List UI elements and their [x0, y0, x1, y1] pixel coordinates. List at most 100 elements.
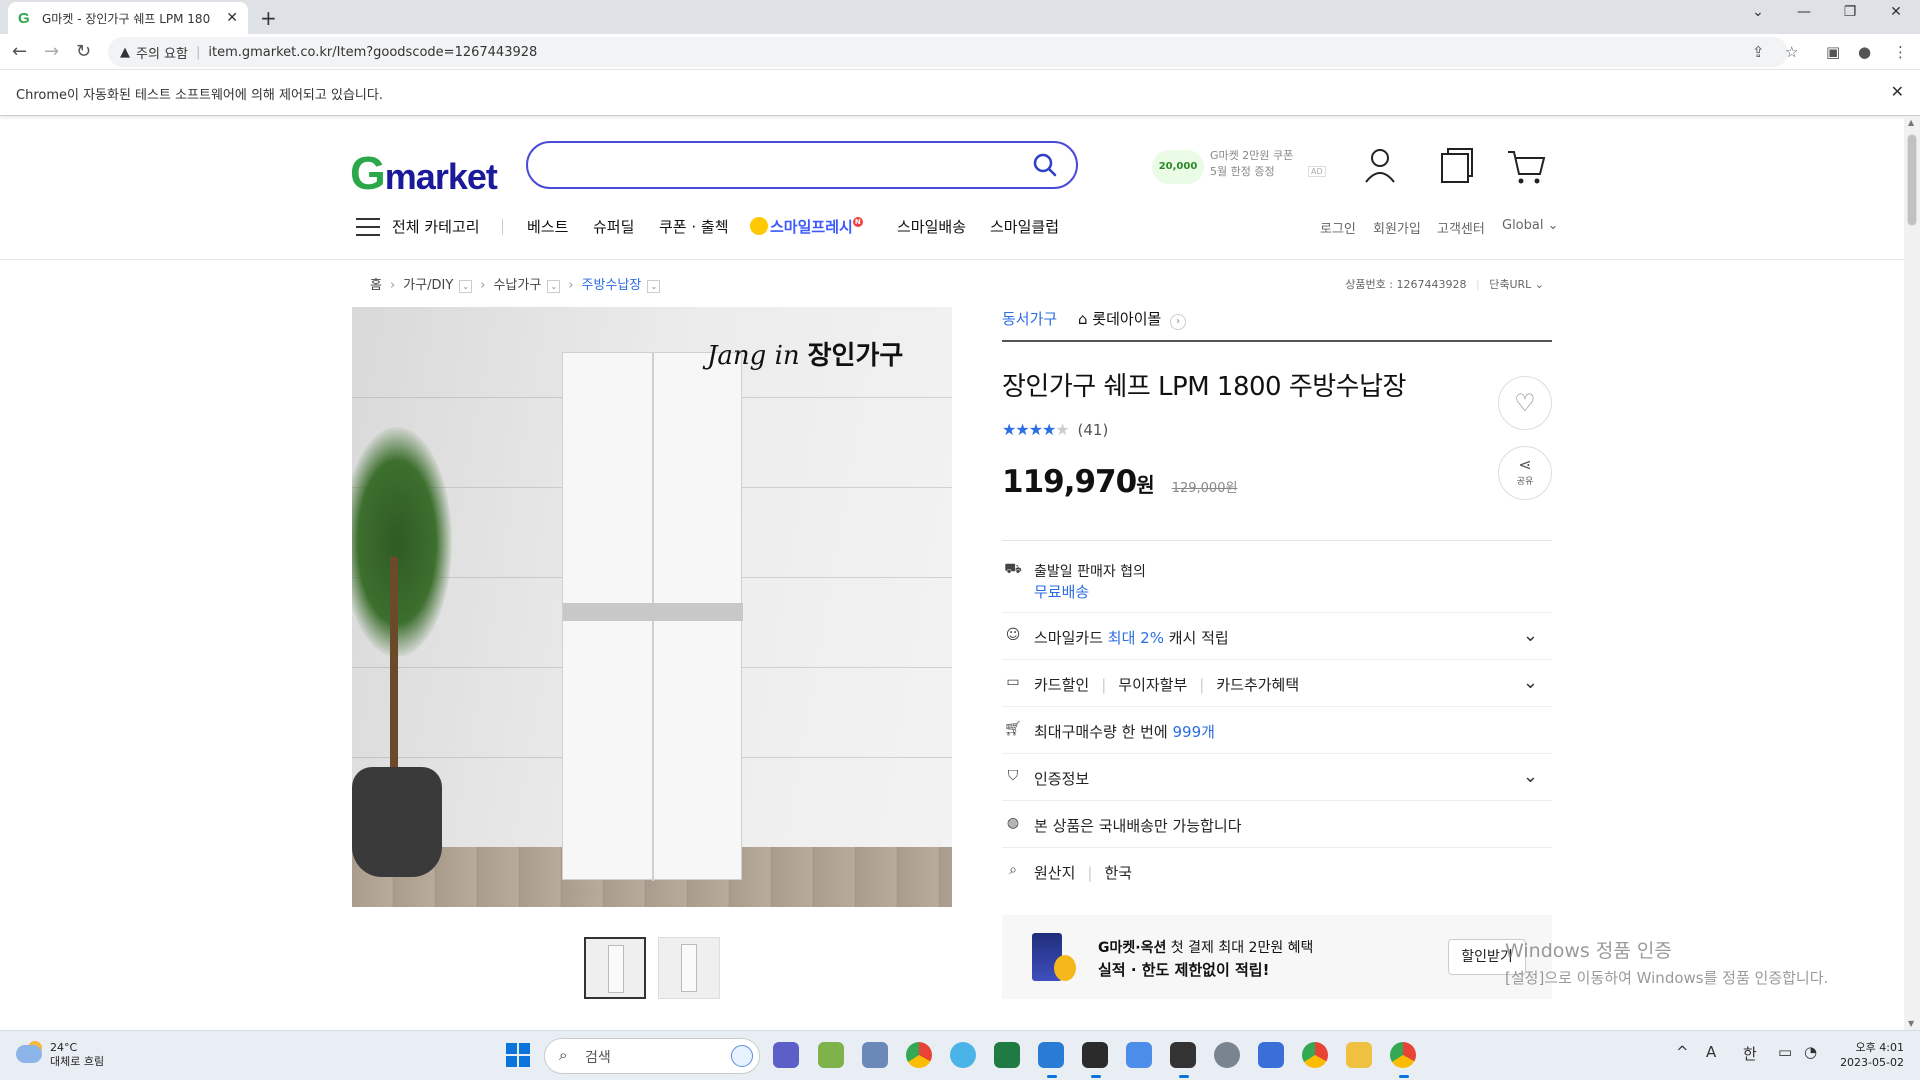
- azure-icon[interactable]: [1126, 1042, 1152, 1068]
- page-scrollbar[interactable]: ▲ ▼: [1904, 116, 1920, 1030]
- card-benefit-row[interactable]: ▭ 카드할인 | 무이자할부 | 카드추가혜택 ⌄: [1002, 660, 1552, 707]
- row-divider: |: [1199, 676, 1205, 694]
- settings-icon[interactable]: [1214, 1042, 1240, 1068]
- product-main-image[interactable]: Jang in 장인가구: [352, 307, 952, 907]
- recent-items-icon[interactable]: [1434, 144, 1478, 188]
- gmarket-logo[interactable]: Gmarket: [350, 146, 498, 200]
- profile-avatar-icon[interactable]: ●: [1858, 43, 1871, 61]
- scroll-down-icon[interactable]: ▼: [1908, 1019, 1914, 1028]
- bookmark-star-icon[interactable]: ☆: [1785, 43, 1798, 61]
- file-explorer-icon[interactable]: [1346, 1042, 1372, 1068]
- new-tab-icon[interactable]: +: [260, 6, 277, 30]
- cart-icon[interactable]: [1504, 144, 1548, 188]
- dropdown-icon[interactable]: ⌄: [459, 280, 473, 293]
- nav-smile-delivery[interactable]: 스마일배송: [897, 216, 966, 237]
- nav-smile-fresh[interactable]: 스마일프레시 N: [750, 216, 863, 237]
- terminal-icon[interactable]: [1170, 1042, 1196, 1078]
- dropdown-icon[interactable]: ⌄: [647, 280, 661, 293]
- chevron-down-icon[interactable]: ⌄: [1523, 672, 1538, 693]
- store-link[interactable]: ⌂ 롯데아이몰: [1078, 310, 1161, 328]
- url-text[interactable]: item.gmarket.co.kr/Item?goodscode=126744…: [208, 45, 537, 60]
- breadcrumb-level2[interactable]: 수납가구: [493, 278, 541, 293]
- address-bar[interactable]: ▲ 주의 요함 | item.gmarket.co.kr/Item?goodsc…: [108, 37, 1788, 67]
- wishlist-button[interactable]: ♡: [1498, 376, 1552, 430]
- coupon-ad[interactable]: 20,000 G마켓 2만원 쿠폰 5월 한정 증정 AD: [1152, 144, 1328, 188]
- chrome-active-icon[interactable]: [1390, 1042, 1416, 1078]
- coupon-line1: G마켓 2만원 쿠폰: [1210, 149, 1294, 162]
- warning-icon[interactable]: ▲: [120, 45, 130, 60]
- window-close-icon[interactable]: ✕: [1874, 4, 1918, 20]
- security-label[interactable]: 주의 요함: [136, 43, 188, 62]
- scroll-up-icon[interactable]: ▲: [1908, 118, 1914, 127]
- teams-icon[interactable]: [773, 1042, 799, 1068]
- system-clock[interactable]: 오후 4:01 2023-05-02: [1840, 1040, 1904, 1070]
- thumbnail-1[interactable]: [584, 937, 646, 999]
- signup-link[interactable]: 회원가입: [1373, 218, 1421, 237]
- sticky-notes-icon[interactable]: [1082, 1042, 1108, 1078]
- breadcrumb-level1[interactable]: 가구/DIY: [403, 278, 453, 293]
- review-count[interactable]: (41): [1078, 421, 1109, 439]
- search-icon: ⌕: [559, 1046, 568, 1064]
- tray-chevron-up-icon[interactable]: ^: [1676, 1043, 1689, 1061]
- promo-banner[interactable]: G마켓·옥션 첫 결제 최대 2만원 혜택 실적 · 한도 제한없이 적립! 할…: [1002, 915, 1552, 999]
- side-panel-icon[interactable]: ▣: [1826, 43, 1840, 61]
- windows-start-icon[interactable]: [506, 1043, 530, 1067]
- smilecard-row[interactable]: ☺ 스마일카드 최대 2% 캐시 적립 ⌄: [1002, 613, 1552, 660]
- forward-arrow-icon[interactable]: →: [44, 41, 59, 62]
- browser-tab[interactable]: G G마켓 - 장인가구 쉐프 LPM 180 ✕: [8, 2, 248, 34]
- chrome-icon[interactable]: [906, 1042, 932, 1068]
- infobar-close-icon[interactable]: ✕: [1891, 82, 1904, 101]
- breadcrumb-level3[interactable]: 주방수납장: [582, 278, 642, 293]
- all-categories-link[interactable]: 전체 카테고리: [392, 216, 480, 237]
- thumbnail-2[interactable]: [658, 937, 720, 999]
- chat-bubbles-icon[interactable]: [950, 1042, 976, 1068]
- tab-search-chevron-icon[interactable]: ⌄: [1736, 4, 1780, 20]
- chevron-down-icon[interactable]: ⌄: [1523, 625, 1538, 646]
- certification-row[interactable]: ⛉ 인증정보 ⌄: [1002, 754, 1552, 801]
- taskbar-search[interactable]: ⌕ 검색: [544, 1038, 760, 1074]
- network-icon[interactable]: ▭: [1778, 1043, 1792, 1061]
- volume-icon[interactable]: ◔: [1804, 1043, 1817, 1061]
- search-icon[interactable]: [1032, 152, 1058, 178]
- rating[interactable]: ★★★★★ (41): [1002, 420, 1108, 439]
- bing-icon[interactable]: [731, 1045, 753, 1067]
- share-button[interactable]: ⋖ 공유: [1498, 446, 1552, 500]
- minimize-icon[interactable]: —: [1782, 4, 1826, 20]
- share-page-icon[interactable]: ⇪: [1752, 43, 1765, 61]
- maximize-icon[interactable]: ❐: [1828, 4, 1872, 20]
- notepad-icon[interactable]: [1258, 1042, 1284, 1068]
- chevron-down-icon[interactable]: ⌄: [1523, 766, 1538, 787]
- excel-icon[interactable]: [994, 1042, 1020, 1068]
- dropdown-icon[interactable]: ⌄: [547, 280, 561, 293]
- chrome-alt-icon[interactable]: [1302, 1042, 1328, 1068]
- scrollbar-thumb[interactable]: [1907, 134, 1917, 226]
- nav-smile-club[interactable]: 스마일클럽: [990, 216, 1059, 237]
- breadcrumb-home[interactable]: 홈: [370, 278, 382, 293]
- origin-text: 원산지 | 한국: [1034, 862, 1132, 883]
- vscode-icon[interactable]: [1038, 1042, 1064, 1078]
- chrome-menu-icon[interactable]: ⋮: [1893, 43, 1908, 61]
- short-url-button[interactable]: 단축URL ⌄: [1489, 278, 1544, 291]
- login-link[interactable]: 로그인: [1320, 218, 1356, 237]
- widgets-icon[interactable]: [818, 1042, 844, 1068]
- search-input[interactable]: [548, 153, 1008, 177]
- back-arrow-icon[interactable]: ←: [12, 41, 27, 62]
- customer-center-link[interactable]: 고객센터: [1437, 218, 1485, 237]
- ime-han-indicator[interactable]: 한: [1743, 1043, 1757, 1064]
- ime-a-indicator[interactable]: A: [1706, 1043, 1716, 1061]
- my-page-user-icon[interactable]: [1358, 144, 1402, 188]
- nav-superdeal[interactable]: 슈퍼딜: [593, 216, 634, 237]
- category-link[interactable]: 동서가구: [1002, 310, 1057, 328]
- reload-icon[interactable]: ↻: [76, 41, 91, 62]
- seller-row: 동서가구 ⌂ 롯데아이몰 ›: [1002, 308, 1552, 342]
- settings-gear-app-icon[interactable]: [862, 1042, 888, 1068]
- nav-best[interactable]: 베스트: [527, 216, 568, 237]
- tab-close-icon[interactable]: ✕: [226, 10, 238, 26]
- search-box[interactable]: [526, 141, 1078, 189]
- origin-label: 원산지: [1034, 864, 1076, 882]
- hamburger-menu-icon[interactable]: [356, 218, 380, 236]
- nav-coupon-checkin[interactable]: 쿠폰 · 출첵: [659, 216, 729, 237]
- chevron-right-icon[interactable]: ›: [1170, 314, 1187, 330]
- free-shipping-text: 무료배송: [1034, 583, 1090, 601]
- global-dropdown[interactable]: Global ⌄: [1502, 218, 1559, 233]
